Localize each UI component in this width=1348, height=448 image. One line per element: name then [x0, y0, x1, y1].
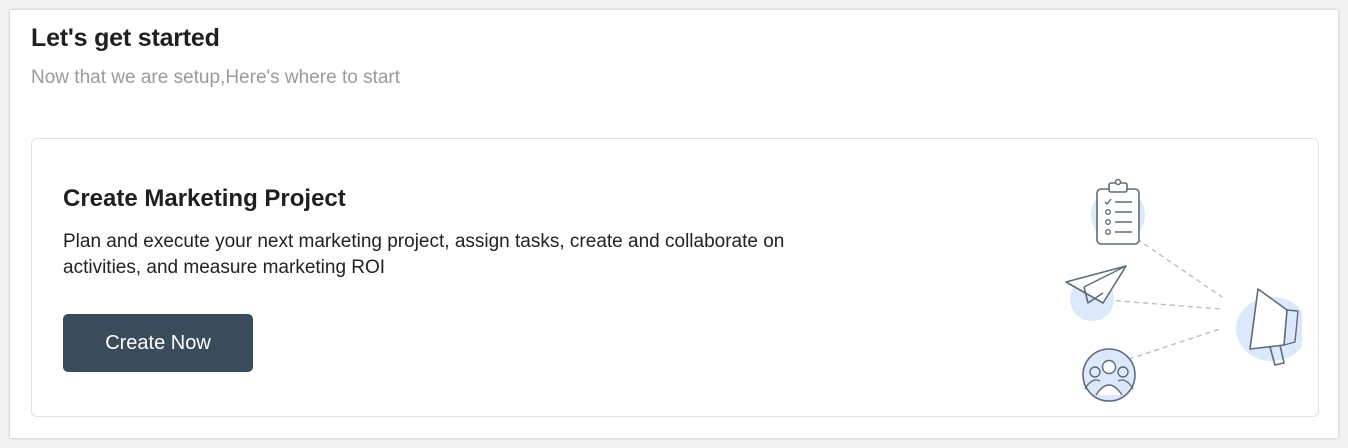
- paper-plane-icon: [1065, 265, 1127, 321]
- marketing-illustration: [1065, 178, 1302, 402]
- connector-lines: [1106, 238, 1223, 363]
- getting-started-panel: Let's get started Now that we are setup,…: [10, 10, 1338, 438]
- card-title: Create Marketing Project: [63, 185, 346, 212]
- marketing-project-card: Create Marketing Project Plan and execut…: [31, 138, 1319, 417]
- create-now-button[interactable]: Create Now: [63, 314, 253, 372]
- people-group-icon: [1082, 348, 1136, 402]
- megaphone-icon: [1236, 288, 1302, 366]
- clipboard-checklist-icon: [1091, 178, 1145, 245]
- card-description: Plan and execute your next marketing pro…: [63, 231, 785, 278]
- page-title: Let's get started: [31, 24, 220, 52]
- page-subtitle: Now that we are setup,Here's where to st…: [31, 67, 401, 88]
